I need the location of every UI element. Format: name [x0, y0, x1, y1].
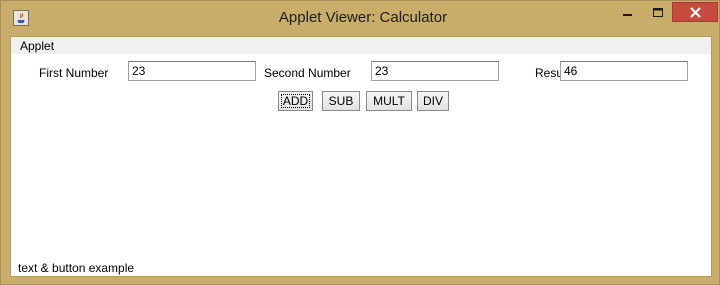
result-input[interactable]: [560, 61, 688, 81]
div-button[interactable]: DIV: [417, 91, 449, 111]
sub-button[interactable]: SUB: [322, 91, 360, 111]
close-button[interactable]: [672, 2, 718, 22]
window-title: Applet Viewer: Calculator: [278, 9, 448, 26]
applet-area: Applet First Number Second Number Result…: [10, 36, 712, 277]
minimize-icon: [623, 14, 632, 16]
first-number-label: First Number: [39, 66, 109, 80]
minimize-button[interactable]: [614, 2, 642, 22]
mult-button[interactable]: MULT: [366, 91, 412, 111]
maximize-button[interactable]: [644, 2, 671, 22]
close-icon: [689, 6, 701, 18]
first-number-input[interactable]: [128, 61, 256, 81]
add-button[interactable]: ADD: [278, 91, 313, 111]
second-number-input[interactable]: [371, 61, 499, 81]
maximize-icon: [652, 7, 663, 17]
second-number-label: Second Number: [264, 66, 351, 80]
menu-bar: Applet: [11, 37, 711, 54]
status-text: text & button example: [18, 261, 135, 275]
applet-viewer-window: Applet Viewer: Calculator Applet First N…: [0, 0, 720, 285]
menu-applet[interactable]: Applet: [20, 39, 54, 53]
title-bar[interactable]: Applet Viewer: Calculator: [1, 1, 719, 35]
